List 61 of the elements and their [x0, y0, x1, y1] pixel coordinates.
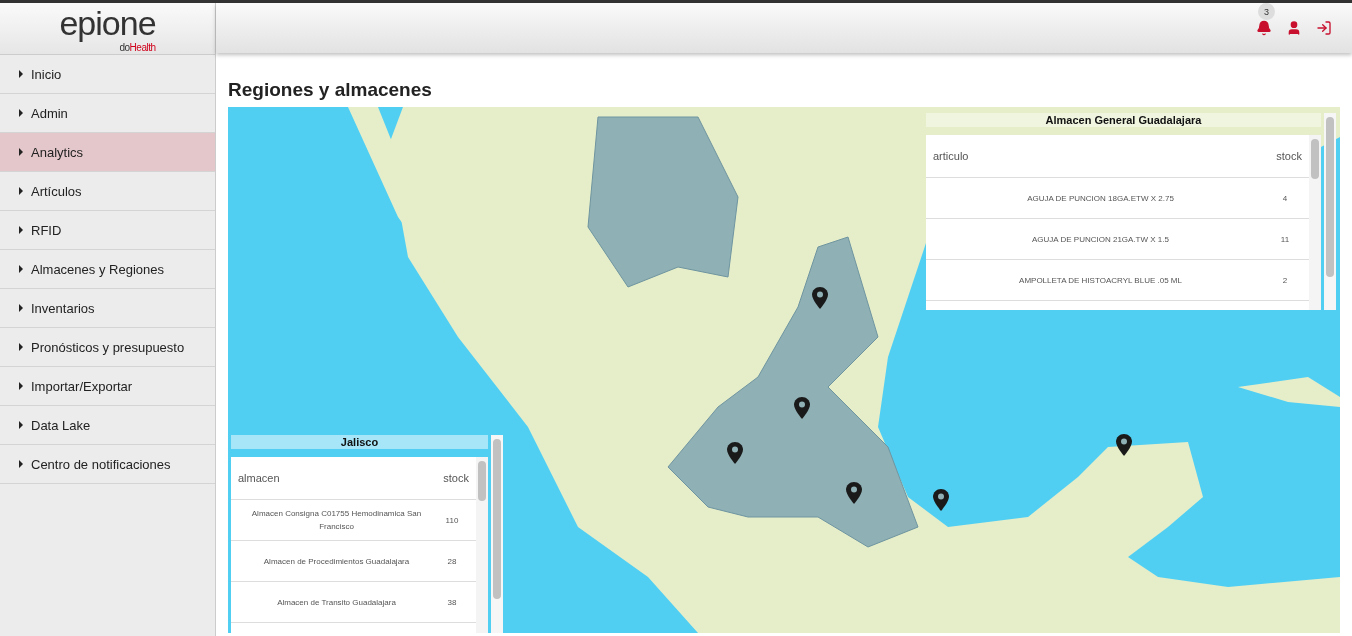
sidebar-item[interactable]: Analytics: [0, 133, 215, 172]
table-cell-text: Almacen de Procedimientos Guadalajara: [262, 555, 411, 568]
table-cell-text: 110: [444, 515, 460, 525]
panel-title: Jalisco: [231, 435, 488, 449]
sidebar-label: Data Lake: [31, 417, 91, 433]
logo-tagline: doHealth: [119, 42, 156, 53]
sidebar-label: Inicio: [31, 66, 62, 82]
map-pin-icon[interactable]: [812, 287, 828, 309]
sidebar-label: Pronósticos y presupuesto: [31, 339, 185, 355]
scrollbar-thumb[interactable]: [478, 461, 486, 501]
caret-icon: [19, 421, 23, 429]
notifications-button[interactable]: [1256, 20, 1272, 36]
caret-icon: [19, 148, 23, 156]
scrollbar-thumb[interactable]: [1311, 139, 1319, 179]
table-cell-text: AMPOLLETA DE HISTOACRYL BLUE .05 ML: [1018, 274, 1183, 287]
caret-icon: [19, 226, 23, 234]
map-pin-icon[interactable]: [794, 397, 810, 419]
sidebar-label: Admin: [31, 105, 68, 121]
scrollbar-thumb[interactable]: [493, 439, 501, 599]
panel-title: Almacen General Guadalajara: [926, 113, 1321, 127]
page-title: Regiones y almacenes: [228, 79, 433, 101]
caret-icon: [19, 343, 23, 351]
map-pin-icon[interactable]: [933, 489, 949, 511]
sidebar-label: Almacenes y Regiones: [31, 261, 164, 277]
map-pin-icon[interactable]: [1116, 434, 1132, 456]
notification-count: 3: [1258, 3, 1275, 20]
caret-icon: [19, 265, 23, 273]
profile-button[interactable]: [1286, 20, 1302, 36]
caret-icon: [19, 382, 23, 390]
sidebar-label: Inventarios: [31, 300, 95, 316]
caret-icon: [19, 109, 23, 117]
table-cell-text: Almacen de Transito Guadalajara: [276, 596, 397, 609]
table-cell-text: 28: [446, 556, 458, 566]
logo-wordmark: epione: [59, 4, 156, 42]
map-pin-icon[interactable]: [846, 482, 862, 504]
sidebar-label: RFID: [31, 222, 62, 238]
caret-icon: [19, 70, 23, 78]
logout-button[interactable]: [1316, 20, 1332, 36]
table-cell-text: 2: [1281, 275, 1289, 285]
bell-icon: [1256, 20, 1272, 36]
sidebar-label: Importar/Exportar: [31, 378, 133, 394]
scrollbar-thumb[interactable]: [1326, 117, 1334, 277]
sidebar-label: Artículos: [31, 183, 82, 199]
column-header: stock: [443, 472, 469, 484]
table-cell-text: AGUJA DE PUNCION 18GA.ETW X 2.75: [1026, 192, 1175, 205]
column-header: stock: [1276, 150, 1302, 162]
user-icon: [1286, 20, 1302, 36]
caret-icon: [19, 304, 23, 312]
caret-icon: [19, 460, 23, 468]
logout-icon: [1316, 20, 1332, 36]
table-cell-text: 38: [446, 597, 458, 607]
caret-icon: [19, 187, 23, 195]
column-header: almacen: [238, 472, 280, 484]
table-cell-text: Almacen Consigna C01755 Hemodinamica San Francisco: [250, 508, 423, 533]
sidebar-label: Centro de notificaciones: [31, 456, 171, 472]
table-cell-text: AGUJA DE PUNCION 21GA.TW X 1.5: [1031, 233, 1170, 246]
table-cell-text: 11: [1279, 234, 1291, 244]
map-pin-icon[interactable]: [727, 442, 743, 464]
table-cell-text: 4: [1281, 193, 1289, 203]
sidebar-label: Analytics: [31, 144, 84, 160]
column-header: articulo: [933, 150, 969, 162]
